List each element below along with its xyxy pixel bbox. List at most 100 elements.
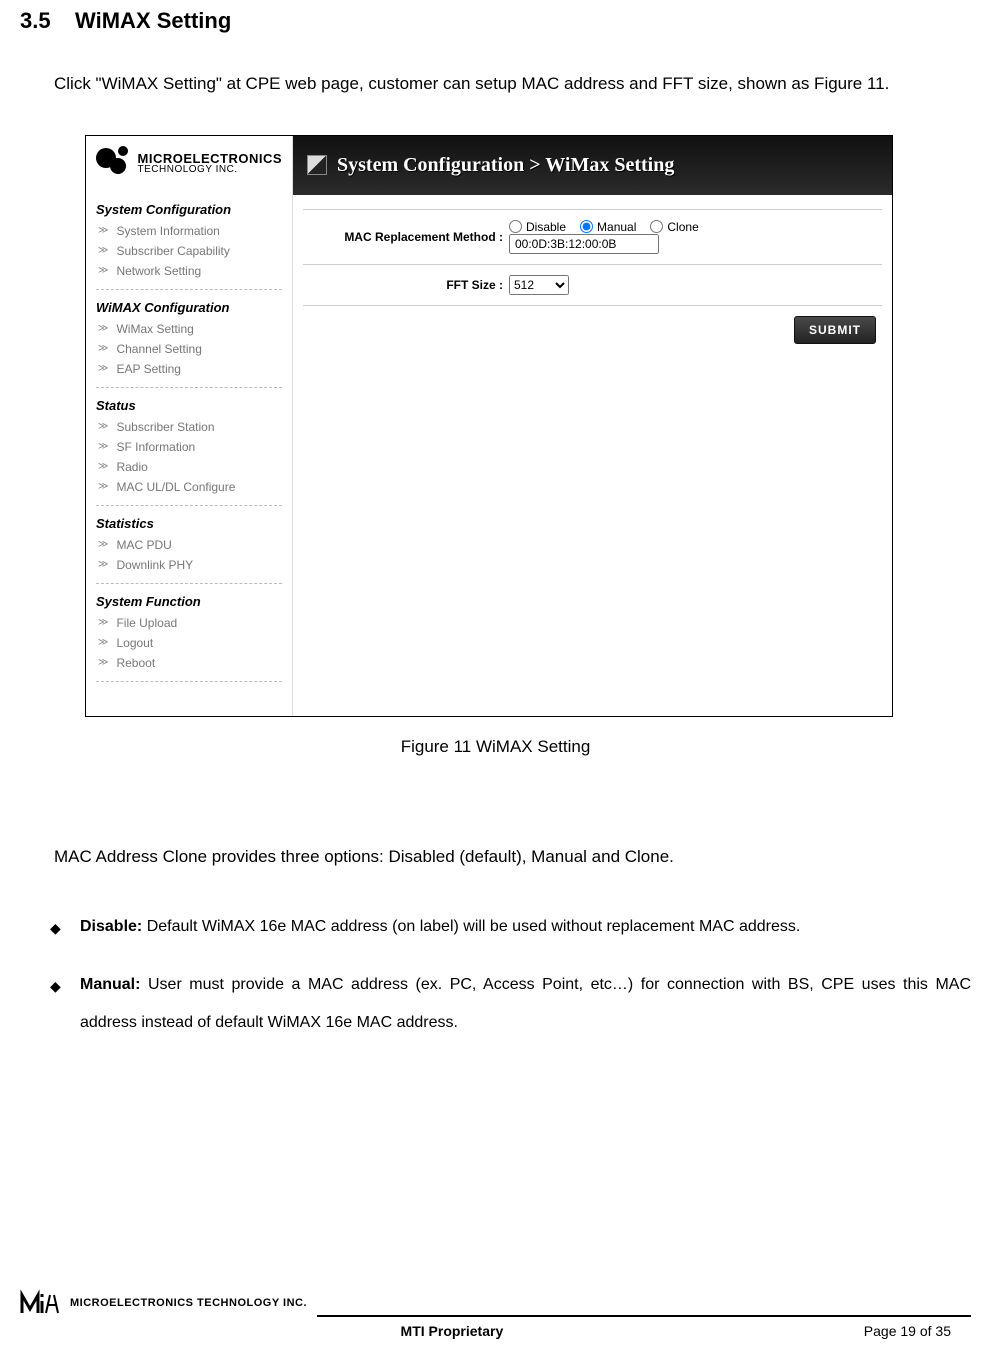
fft-row: FFT Size : 512 — [303, 269, 882, 301]
header-icon — [307, 155, 327, 175]
logo-line2: TECHNOLOGY INC. — [138, 165, 283, 175]
sidebar-item[interactable]: ≫File Upload — [96, 613, 282, 633]
chevron-right-icon: ≫ — [98, 461, 108, 472]
sidebar-item-label: MAC PDU — [116, 538, 171, 552]
radio-disable[interactable]: Disable — [509, 220, 566, 234]
radio-clone-label: Clone — [667, 220, 698, 234]
chevron-right-icon: ≫ — [98, 343, 108, 354]
nav-divider — [96, 505, 282, 506]
bullet-label: Manual: — [80, 976, 140, 993]
radio-manual-input[interactable] — [580, 220, 593, 233]
sidebar-item-label: Radio — [116, 460, 147, 474]
footer-company: MICROELECTRONICS TECHNOLOGY INC. — [70, 1297, 307, 1309]
sidebar-item[interactable]: ≫ SF Information — [96, 437, 282, 457]
radio-manual[interactable]: Manual — [580, 220, 636, 234]
sidebar-item[interactable]: ≫ Logout — [96, 633, 282, 653]
sidebar-item[interactable]: ≫ MAC PDU — [96, 535, 282, 555]
sidebar-item-label: File Upload — [116, 616, 177, 630]
chevron-right-icon: ≫ — [98, 559, 108, 570]
radio-clone[interactable]: Clone — [650, 220, 698, 234]
fft-label: FFT Size : — [303, 278, 509, 292]
section-heading: 3.5 WiMAX Setting — [20, 8, 971, 34]
bullet-label: Disable: — [80, 918, 142, 935]
nav-group-title: Status — [96, 398, 282, 413]
explain-intro: MAC Address Clone provides three options… — [20, 837, 971, 878]
chevron-right-icon: ≫ — [98, 225, 108, 236]
divider — [303, 209, 882, 210]
sidebar-item[interactable]: ≫ Radio — [96, 457, 282, 477]
footer-logo-icon — [20, 1289, 64, 1317]
sidebar-item-label: Downlink PHY — [116, 558, 193, 572]
form-area: MAC Replacement Method : Disable Manual — [293, 195, 892, 354]
chevron-right-icon: ≫ — [98, 323, 108, 334]
divider — [303, 305, 882, 306]
sidebar-item-label: Subscriber Station — [116, 420, 214, 434]
radio-clone-input[interactable] — [650, 220, 663, 233]
figure-11: MICROELECTRONICS TECHNOLOGY INC. System … — [85, 135, 971, 717]
mac-method-radios: Disable Manual Clone — [509, 220, 699, 234]
sidebar-item[interactable]: ≫ MAC UL/DL Configure — [96, 477, 282, 497]
sidebar-item-label: Logout — [116, 636, 153, 650]
fft-size-select[interactable]: 512 — [509, 275, 569, 295]
nav-items: ≫ Subscriber Station ≫ SF Information ≫ Radio… — [96, 417, 282, 497]
sidebar-item-label: MAC UL/DL Configure — [116, 480, 235, 494]
nav-items: ≫ WiMax Setting ≫ Channel Setting ≫ EAP Setti… — [96, 319, 282, 379]
radio-disable-input[interactable] — [509, 220, 522, 233]
chevron-right-icon: ≫ — [98, 245, 108, 256]
sidebar-item-label: WiMax Setting — [116, 322, 193, 336]
nav-items: ≫File Upload ≫ Logout ≫ Reboot — [96, 613, 282, 673]
nav-divider — [96, 387, 282, 388]
page-footer: MICROELECTRONICS TECHNOLOGY INC. MTI Pro… — [20, 1289, 971, 1339]
section-title-text: WiMAX Setting — [75, 8, 231, 33]
sidebar-item[interactable]: ≫ EAP Setting — [96, 359, 282, 379]
sidebar-item[interactable]: ≫ Downlink PHY — [96, 555, 282, 575]
sidebar-item[interactable]: ≫ Channel Setting — [96, 339, 282, 359]
nav-divider — [96, 289, 282, 290]
logo-icon — [96, 146, 132, 182]
bullet-text: Default WiMAX 16e MAC address (on label)… — [142, 918, 800, 935]
nav-items: ≫ MAC PDU ≫ Downlink PHY — [96, 535, 282, 575]
footer-rule — [317, 1301, 971, 1317]
nav-divider — [96, 583, 282, 584]
sidebar-item-label: Channel Setting — [116, 342, 201, 356]
bullet-text: User must provide a MAC address (ex. PC,… — [80, 976, 971, 1031]
content-header: System Configuration > WiMax Setting — [293, 136, 892, 195]
list-item: Manual: User must provide a MAC address … — [20, 966, 971, 1043]
mac-address-input[interactable] — [509, 234, 659, 254]
radio-disable-label: Disable — [526, 220, 566, 234]
cpe-app-screenshot: MICROELECTRONICS TECHNOLOGY INC. System … — [85, 135, 893, 717]
sidebar-item-label: Subscriber Capability — [116, 244, 229, 258]
intro-paragraph: Click "WiMAX Setting" at CPE web page, c… — [20, 64, 971, 105]
page-number: Page 19 of 35 — [864, 1323, 951, 1339]
chevron-right-icon: ≫ — [98, 363, 108, 374]
section-number: 3.5 — [20, 8, 51, 33]
sidebar-item[interactable]: ≫ Subscriber Station — [96, 417, 282, 437]
sidebar-item-label: Reboot — [116, 656, 155, 670]
company-logo: MICROELECTRONICS TECHNOLOGY INC. — [96, 146, 282, 192]
nav-group-title: Statistics — [96, 516, 282, 531]
sidebar-item-label: SF Information — [116, 440, 195, 454]
chevron-right-icon: ≫ — [98, 481, 108, 492]
nav-group-title: System Configuration — [96, 202, 282, 217]
bullet-list: Disable: Default WiMAX 16e MAC address (… — [20, 908, 971, 1043]
submit-row: SUBMIT — [303, 310, 882, 344]
nav-group-title: WiMAX Configuration — [96, 300, 282, 315]
breadcrumb: System Configuration > WiMax Setting — [337, 154, 674, 177]
sidebar-item-label: EAP Setting — [116, 362, 181, 376]
sidebar-item-label: System Information — [116, 224, 219, 238]
radio-manual-label: Manual — [597, 220, 636, 234]
chevron-right-icon: ≫ — [98, 657, 108, 668]
sidebar-item[interactable]: ≫ Reboot — [96, 653, 282, 673]
sidebar-item[interactable]: ≫Network Setting — [96, 261, 282, 281]
app-content: System Configuration > WiMax Setting MAC… — [292, 136, 892, 716]
chevron-right-icon: ≫ — [98, 539, 108, 550]
chevron-right-icon: ≫ — [98, 637, 108, 648]
chevron-right-icon: ≫ — [98, 421, 108, 432]
sidebar-item[interactable]: ≫ Subscriber Capability — [96, 241, 282, 261]
chevron-right-icon: ≫ — [98, 441, 108, 452]
submit-button[interactable]: SUBMIT — [794, 316, 876, 344]
sidebar-item[interactable]: ≫ WiMax Setting — [96, 319, 282, 339]
app-sidebar: MICROELECTRONICS TECHNOLOGY INC. System … — [86, 136, 292, 716]
sidebar-item[interactable]: ≫ System Information — [96, 221, 282, 241]
divider — [303, 264, 882, 265]
